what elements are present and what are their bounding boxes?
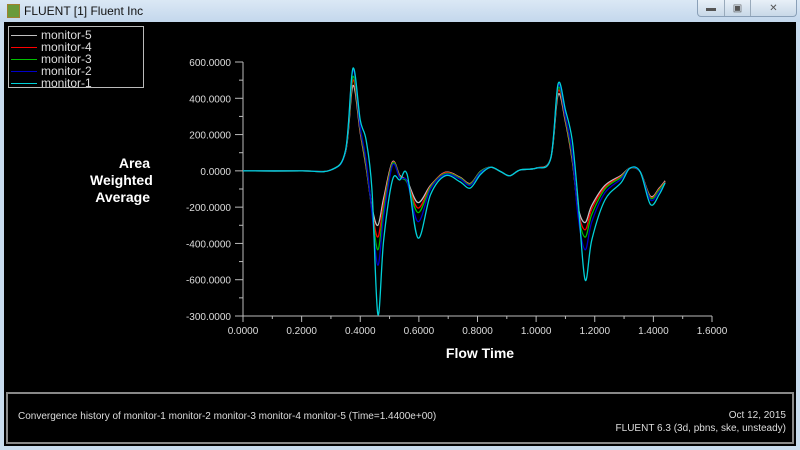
y-tick-label: 400.0000 — [189, 94, 231, 105]
x-tick-label: 0.6000 — [404, 326, 435, 337]
legend-swatch — [11, 34, 37, 36]
y-tick-label: -600.0000 — [186, 276, 231, 287]
y-axis-label: Area Weighted Average — [90, 155, 153, 206]
x-tick-label: 1.4000 — [638, 326, 669, 337]
x-tick-label: 1.0000 — [521, 326, 552, 337]
x-tick-label: 0.0000 — [228, 326, 259, 337]
legend-swatch — [11, 58, 37, 60]
y-tick-label: -200.0000 — [186, 203, 231, 214]
version-text: FLUENT 6.3 (3d, pbns, ske, unsteady) — [615, 423, 786, 434]
convergence-text: Convergence history of monitor-1 monitor… — [18, 411, 437, 422]
y-label-line: Area — [118, 155, 150, 171]
y-tick-label: 0.0000 — [200, 167, 231, 178]
x-tick-label: 1.6000 — [697, 326, 728, 337]
y-tick-label: -300.0000 — [186, 312, 231, 323]
y-label-line: Average — [95, 189, 150, 205]
series-line-monitor-3 — [242, 75, 666, 251]
x-axis-label: Flow Time — [445, 345, 515, 361]
x-tick-label: 0.8000 — [462, 326, 493, 337]
legend: monitor-5 monitor-4 monitor-3 monitor-2 moni… — [8, 26, 144, 90]
legend-swatch — [11, 70, 37, 72]
y-tick-label: 600.0000 — [189, 58, 231, 69]
y-tick-label: 200.0000 — [189, 131, 231, 142]
legend-swatch — [11, 46, 37, 48]
x-tick-label: 0.2000 — [286, 326, 317, 337]
legend-item-monitor-1: monitor-1 — [9, 76, 92, 90]
legend-label: monitor-1 — [41, 76, 92, 90]
series-line-monitor-5 — [242, 84, 666, 226]
y-label-line: Weighted — [90, 172, 153, 188]
x-tick-label: 0.4000 — [345, 326, 376, 337]
status-panel: Convergence history of monitor-1 monitor… — [6, 392, 794, 444]
x-tick-label: 1.2000 — [579, 326, 610, 337]
series-line-monitor-4 — [242, 79, 666, 238]
date-text: Oct 12, 2015 — [728, 410, 786, 421]
y-tick-label: -400.0000 — [186, 239, 231, 250]
legend-swatch — [11, 82, 37, 84]
series-line-monitor-2 — [242, 69, 666, 266]
